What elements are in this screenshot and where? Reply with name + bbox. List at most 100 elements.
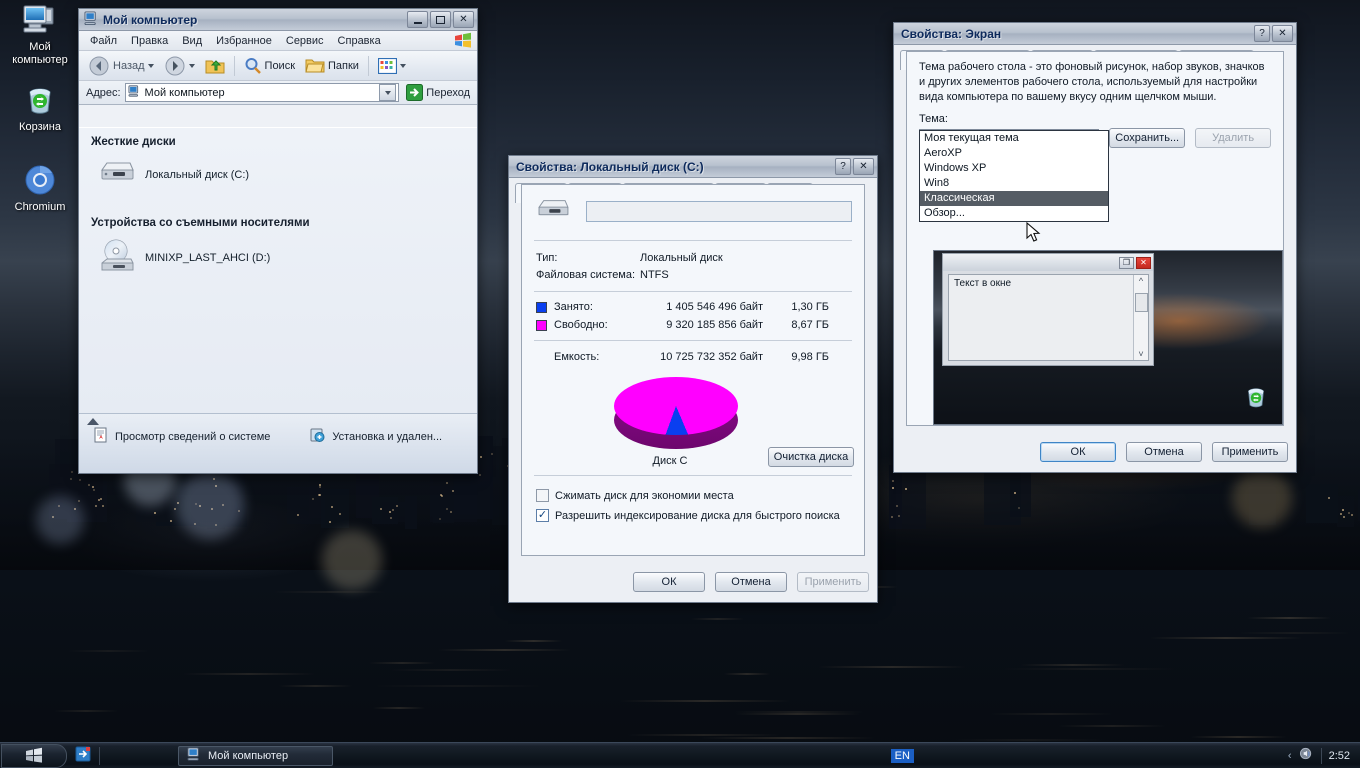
search-button[interactable]: Поиск xyxy=(240,55,299,77)
address-dropdown-button[interactable] xyxy=(379,84,396,101)
capacity-label: Емкость: xyxy=(547,351,635,363)
close-button[interactable]: ✕ xyxy=(453,11,474,28)
divider xyxy=(534,240,852,241)
theme-option-1[interactable]: AeroXP xyxy=(920,146,1108,161)
index-checkbox[interactable]: ✓ xyxy=(536,509,549,522)
menu-edit[interactable]: Правка xyxy=(124,33,175,49)
free-label: Свободно: xyxy=(547,319,635,331)
type-value: Локальный диск xyxy=(640,252,723,264)
desktop-icon-chromium[interactable]: Chromium xyxy=(2,164,78,214)
preview-window-titlebar: ❐ ✕ xyxy=(943,254,1153,271)
volume-icon[interactable] xyxy=(1299,747,1314,764)
divider-2 xyxy=(534,291,852,292)
views-dropdown-icon[interactable] xyxy=(400,64,406,68)
preview-window-text: Текст в окне xyxy=(949,275,1148,292)
back-dropdown-icon[interactable] xyxy=(148,64,154,68)
cancel-button[interactable]: Отмена xyxy=(1126,442,1202,462)
disk-properties-window-buttons: ? ✕ xyxy=(835,158,874,175)
disk-properties-titlebar[interactable]: Свойства: Локальный диск (C:) ? ✕ xyxy=(509,156,877,178)
maximize-button[interactable] xyxy=(430,11,451,28)
address-label: Адрес: xyxy=(83,87,121,99)
back-button[interactable]: Назад xyxy=(84,53,158,79)
theme-option-0[interactable]: Моя текущая тема xyxy=(920,131,1108,146)
theme-option-2[interactable]: Windows XP xyxy=(920,161,1108,176)
forward-button[interactable] xyxy=(160,53,199,79)
my-computer-window[interactable]: Мой компьютер ✕ Файл Правка Вид Избранно… xyxy=(78,8,478,474)
tray-chevron-icon[interactable]: ‹ xyxy=(1288,750,1292,762)
drive-item-d[interactable]: MINIXP_LAST_AHCI (D:) xyxy=(79,229,477,276)
display-properties-titlebar[interactable]: Свойства: Экран ? ✕ xyxy=(894,23,1296,45)
task-system-info[interactable]: Просмотр сведений о системе xyxy=(93,427,270,446)
filesystem-label: Файловая система: xyxy=(536,269,640,281)
address-input[interactable]: Мой компьютер xyxy=(125,83,400,102)
collapse-triangle-icon[interactable] xyxy=(87,418,99,425)
clock[interactable]: 2:52 xyxy=(1329,750,1350,762)
menu-help[interactable]: Справка xyxy=(331,33,388,49)
minimize-button[interactable] xyxy=(407,11,428,28)
cd-drive-icon xyxy=(99,239,135,276)
disk-properties-buttons: ОК Отмена Применить xyxy=(633,572,869,592)
explorer-window-buttons: ✕ xyxy=(407,11,474,28)
back-label: Назад xyxy=(113,60,145,72)
menu-view[interactable]: Вид xyxy=(175,33,209,49)
display-properties-dialog[interactable]: Свойства: Экран ? ✕ Темы Рабочий стол За… xyxy=(893,22,1297,473)
close-button[interactable]: ✕ xyxy=(853,158,874,175)
theme-option-4[interactable]: Классическая xyxy=(920,191,1108,206)
close-button[interactable]: ✕ xyxy=(1272,25,1293,42)
disk-cleanup-button[interactable]: Очистка диска xyxy=(768,447,854,467)
theme-option-5[interactable]: Обзор... xyxy=(920,206,1108,221)
desktop-icon-recycle-bin[interactable]: Корзина xyxy=(2,84,78,134)
index-checkbox-row[interactable]: ✓ Разрешить индексирование диска для быс… xyxy=(522,502,864,522)
usage-row-free: Свободно: 9 320 185 856 байт 8,67 ГБ xyxy=(522,313,864,331)
preview-restore-button: ❐ xyxy=(1119,257,1134,269)
index-label: Разрешить индексирование диска для быстр… xyxy=(555,510,840,522)
filesystem-value: NTFS xyxy=(640,269,669,281)
computer-icon xyxy=(2,4,78,38)
group-header-removable: Устройства со съемными носителями xyxy=(79,191,477,229)
menu-tools[interactable]: Сервис xyxy=(279,33,331,49)
preview-recycle-bin-icon xyxy=(1244,385,1268,412)
theme-option-3[interactable]: Win8 xyxy=(920,176,1108,191)
disk-properties-title: Свойства: Локальный диск (C:) xyxy=(516,160,704,174)
pie-top-face xyxy=(614,377,738,435)
taskbar[interactable]: Мой компьютер EN ‹ 2:52 xyxy=(0,742,1360,768)
volume-label-input[interactable] xyxy=(586,201,852,222)
compress-checkbox[interactable] xyxy=(536,489,549,502)
forward-dropdown-icon[interactable] xyxy=(189,64,195,68)
disk-properties-general-panel: Тип: Локальный диск Файловая система: NT… xyxy=(521,184,865,556)
save-theme-button[interactable]: Сохранить... xyxy=(1109,128,1185,148)
ok-button[interactable]: ОК xyxy=(633,572,705,592)
recycle-bin-icon xyxy=(2,84,78,118)
drive-item-c[interactable]: Локальный диск (C:) xyxy=(79,148,477,191)
task-label: Просмотр сведений о системе xyxy=(115,431,270,443)
free-color-swatch xyxy=(536,320,547,331)
theme-dropdown-list[interactable]: Моя текущая тема AeroXP Windows XP Win8 … xyxy=(919,130,1109,222)
start-button[interactable] xyxy=(1,744,67,768)
cancel-button[interactable]: Отмена xyxy=(715,572,787,592)
display-properties-title: Свойства: Экран xyxy=(901,27,1001,41)
taskbar-button-my-computer[interactable]: Мой компьютер xyxy=(178,746,333,766)
views-button[interactable] xyxy=(374,56,410,76)
apply-button[interactable]: Применить xyxy=(1212,442,1288,462)
folders-button[interactable]: Папки xyxy=(301,55,363,76)
ok-button[interactable]: ОК xyxy=(1040,442,1116,462)
apply-button: Применить xyxy=(797,572,869,592)
explorer-titlebar[interactable]: Мой компьютер ✕ xyxy=(79,9,477,31)
language-indicator[interactable]: EN xyxy=(891,749,914,763)
menu-favorites[interactable]: Избранное xyxy=(209,33,279,49)
desktop-icon-label: Корзина xyxy=(19,121,61,133)
explorer-status-area: Просмотр сведений о системе Установка и … xyxy=(79,413,477,473)
task-add-remove-programs[interactable]: Установка и удален... xyxy=(310,427,442,446)
address-value: Мой компьютер xyxy=(145,87,225,99)
go-button[interactable]: Переход xyxy=(403,84,473,101)
taskbar-separator xyxy=(99,747,100,765)
desktop-icon-my-computer[interactable]: Мой компьютер xyxy=(2,4,78,67)
menu-file[interactable]: Файл xyxy=(83,33,124,49)
show-desktop-icon[interactable] xyxy=(75,746,91,765)
help-button[interactable]: ? xyxy=(1254,25,1270,42)
help-button[interactable]: ? xyxy=(835,158,851,175)
my-computer-icon xyxy=(187,747,202,764)
up-button[interactable] xyxy=(201,55,229,77)
disk-properties-dialog[interactable]: Свойства: Локальный диск (C:) ? ✕ Общие … xyxy=(508,155,878,603)
compress-checkbox-row[interactable]: Сжимать диск для экономии места xyxy=(522,483,864,502)
